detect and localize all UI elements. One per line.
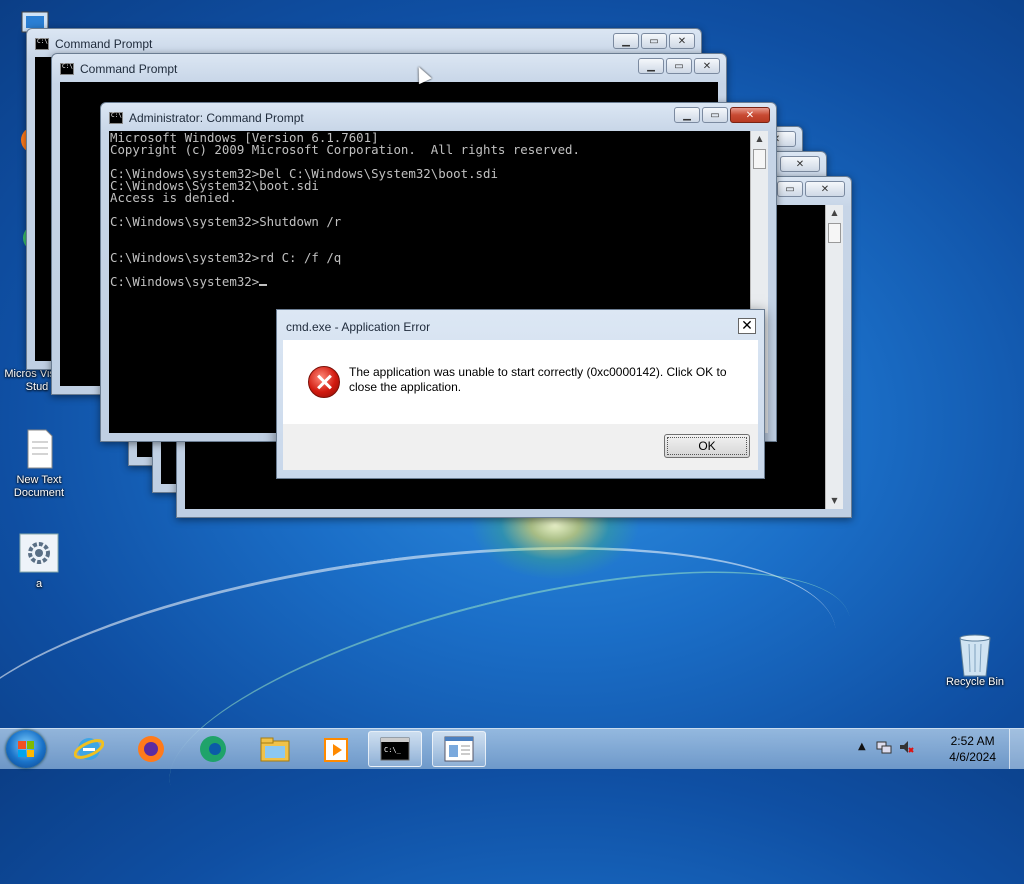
console-line: Access is denied. <box>110 190 237 205</box>
window-title-text: Administrator: Command Prompt <box>129 111 304 125</box>
close-button[interactable]: ✕ <box>780 156 820 172</box>
ok-button[interactable]: OK <box>664 434 750 458</box>
taskbar-command-prompt[interactable]: C:\_ <box>368 731 422 767</box>
window-controls: ▭ ✕ <box>777 181 845 197</box>
taskbar-media-player[interactable] <box>310 731 364 767</box>
text-document-icon <box>18 428 60 470</box>
firefox-icon <box>138 736 164 762</box>
dialog-body: The application was unable to start corr… <box>283 340 758 424</box>
taskbar-firefox[interactable] <box>124 731 178 767</box>
console-line: C:\Windows\system32> <box>110 274 260 289</box>
window-title-text: Command Prompt <box>80 62 178 76</box>
console-line: C:\Windows\system32>rd C: /f /q <box>110 250 342 265</box>
taskbar-internet-explorer[interactable] <box>62 731 116 767</box>
close-icon[interactable]: ✕ <box>738 318 756 334</box>
edge-icon <box>200 736 226 762</box>
recycle-bin-icon <box>954 630 996 677</box>
volume-muted-icon[interactable] <box>898 739 914 758</box>
desktop-icon-label: a <box>35 578 43 590</box>
clock-time: 2:52 AM <box>950 734 995 748</box>
console-line: Copyright (c) 2009 Microsoft Corporation… <box>110 142 580 157</box>
text-cursor <box>259 284 268 286</box>
maximize-button[interactable]: ▭ <box>777 181 803 197</box>
minimize-button[interactable]: ▁ <box>674 107 700 123</box>
desktop-icon-label: New Text Document <box>13 474 65 499</box>
desktop-icon-label: Recycle Bin <box>945 676 1005 688</box>
command-prompt-icon <box>35 38 49 50</box>
console-output: Microsoft Windows [Version 6.1.7601] Cop… <box>110 131 750 289</box>
dialog-footer: OK <box>283 424 758 470</box>
close-button[interactable]: ✕ <box>730 107 770 123</box>
console-line: C:\Windows\system32>Shutdown /r <box>110 214 342 229</box>
dialog-title: cmd.exe - Application Error <box>286 320 431 334</box>
minimize-button[interactable]: ▁ <box>613 33 639 49</box>
dialog-message: The application was unable to start corr… <box>349 365 727 394</box>
desktop-icon-new-text-document[interactable]: New Text Document <box>4 428 74 500</box>
desktop-icon-recycle-bin[interactable]: Recycle Bin <box>940 630 1010 689</box>
show-hidden-icons-icon[interactable]: ▲ <box>858 741 866 752</box>
scroll-down-icon[interactable]: ▼ <box>826 493 843 509</box>
scroll-up-icon[interactable]: ▲ <box>826 205 843 221</box>
window-title: Administrator: Command Prompt <box>109 109 304 127</box>
close-button[interactable]: ✕ <box>669 33 695 49</box>
window-title-text: Command Prompt <box>55 37 153 51</box>
scrollbar[interactable]: ▲ ▼ <box>825 205 843 509</box>
error-icon <box>308 366 340 398</box>
command-prompt-icon <box>60 63 74 75</box>
window-title: Command Prompt <box>35 35 152 53</box>
window-controls: ▁ ▭ ✕ <box>613 33 695 49</box>
windows-logo-icon <box>18 741 34 757</box>
command-prompt-icon: C:\_ <box>380 737 410 761</box>
svg-text:C:\_: C:\_ <box>384 746 402 754</box>
start-button[interactable] <box>6 730 46 768</box>
command-prompt-icon <box>109 112 123 124</box>
maximize-button[interactable]: ▭ <box>666 58 692 74</box>
scroll-thumb[interactable] <box>828 223 841 243</box>
close-button[interactable]: ✕ <box>805 181 845 197</box>
desktop-icon-a[interactable]: a <box>4 532 74 591</box>
window-controls: ✕ <box>780 156 820 172</box>
settings-file-icon <box>18 532 60 574</box>
minimize-button[interactable]: ▁ <box>638 58 664 74</box>
window-title: Command Prompt <box>60 60 177 78</box>
taskbar-control-panel[interactable] <box>432 731 486 767</box>
window-controls: ▁ ▭ ✕ <box>674 107 770 123</box>
clock[interactable]: 2:52 AM 4/6/2024 <box>949 733 996 765</box>
taskbar: C:\_ ▲ 2:52 AM 4/6/2024 <box>0 728 1024 769</box>
taskbar-file-explorer[interactable] <box>248 731 302 767</box>
file-explorer-icon <box>260 737 290 762</box>
scroll-up-icon[interactable]: ▲ <box>751 131 768 147</box>
maximize-button[interactable]: ▭ <box>702 107 728 123</box>
close-button[interactable]: ✕ <box>694 58 720 74</box>
media-player-icon <box>324 738 348 762</box>
show-desktop-button[interactable] <box>1009 729 1024 769</box>
taskbar-edge[interactable] <box>186 731 240 767</box>
network-icon[interactable] <box>876 739 892 758</box>
clock-date: 4/6/2024 <box>949 750 996 764</box>
scroll-thumb[interactable] <box>753 149 766 169</box>
application-error-dialog[interactable]: cmd.exe - Application Error ✕ The applic… <box>276 309 765 479</box>
control-panel-icon <box>444 736 474 762</box>
system-tray: ▲ 2:52 AM 4/6/2024 <box>854 729 1024 769</box>
maximize-button[interactable]: ▭ <box>641 33 667 49</box>
window-controls: ▁ ▭ ✕ <box>638 58 720 74</box>
internet-explorer-icon <box>74 738 104 760</box>
